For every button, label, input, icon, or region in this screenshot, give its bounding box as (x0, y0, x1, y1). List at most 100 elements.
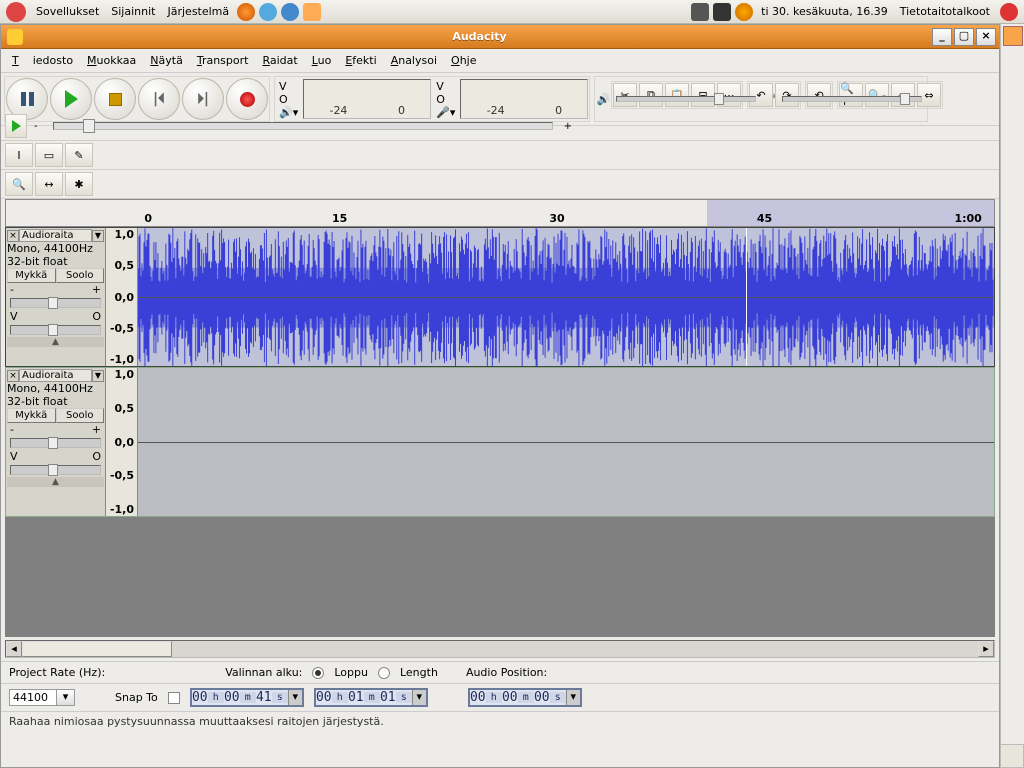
scroll-left-button[interactable]: ◂ (6, 641, 22, 657)
clock[interactable]: ti 30. kesäkuuta, 16.39 (755, 0, 894, 24)
timeline-tick: 15 (332, 212, 347, 225)
maximize-button[interactable]: ▢ (954, 28, 974, 46)
end-radio[interactable] (312, 667, 324, 679)
copy-icon[interactable]: ⧉ (639, 83, 663, 107)
menu-applications[interactable]: Sovellukset (30, 0, 105, 24)
track-1-info-1: Mono, 44100Hz (7, 242, 104, 255)
close-button[interactable]: × (976, 28, 996, 46)
selection-start-time[interactable]: 00h00m41s▾ (190, 688, 304, 707)
empty-track-space[interactable] (5, 517, 995, 637)
menu-tracks[interactable]: Raidat (255, 49, 304, 73)
track-2-waveform[interactable] (138, 368, 994, 516)
horizontal-scrollbar[interactable]: ◂ ▸ (5, 640, 995, 658)
envelope-tool-icon[interactable]: ▭ (35, 143, 63, 167)
track-1-name[interactable]: Audioraita (19, 229, 92, 242)
help-icon[interactable] (281, 3, 299, 21)
track-1-gain-slider[interactable] (10, 298, 101, 308)
fit-project-icon[interactable]: ⇔ (917, 83, 941, 107)
selection-start-label: Valinnan alku: (225, 666, 302, 679)
panel-applet-icon[interactable] (1003, 26, 1023, 46)
scroll-right-button[interactable]: ▸ (978, 641, 994, 657)
meter-right-label: O (279, 93, 298, 106)
track-2-vscale: 1,00,50,0-0,5-1,0 (106, 368, 138, 516)
menu-transport[interactable]: Transport (190, 49, 256, 73)
track-1-menu-button[interactable]: ▼ (92, 230, 104, 242)
cut-icon[interactable]: ✂ (613, 83, 637, 107)
track-1-collapse-button[interactable]: ▲ (7, 337, 104, 347)
timeline-ruler[interactable]: 01530451:00 (5, 199, 995, 227)
undo-icon[interactable]: ↶ (749, 83, 773, 107)
ubuntu-logo-icon[interactable] (6, 2, 26, 22)
playback-meter[interactable]: -240 (303, 79, 431, 119)
selection-end-time[interactable]: 00h01m01s▾ (314, 688, 428, 707)
track-1-close-button[interactable]: × (7, 230, 19, 242)
audio-position-time[interactable]: 00h00m00s▾ (468, 688, 582, 707)
skip-start-button[interactable]: |⏴ (138, 78, 180, 120)
network-icon[interactable] (713, 3, 731, 21)
titlebar[interactable]: Audacity _ ▢ × (1, 25, 999, 49)
record-button[interactable] (226, 78, 268, 120)
multi-tool-icon[interactable]: ✱ (65, 172, 93, 196)
input-mic-icon[interactable]: 🎤▾ (436, 106, 455, 119)
track-1-mute-button[interactable]: Mykkä (7, 268, 56, 283)
minimize-button[interactable]: _ (932, 28, 952, 46)
evolution-icon[interactable] (259, 3, 277, 21)
menubar: Tiedosto Muokkaa Näytä Transport Raidat … (1, 49, 999, 73)
menu-system[interactable]: Järjestelmä (161, 0, 235, 24)
menu-generate[interactable]: Luo (305, 49, 339, 73)
menu-edit[interactable]: Muokkaa (80, 49, 143, 73)
record-meter[interactable]: -240 (460, 79, 588, 119)
bottom-corner-icon[interactable] (1000, 744, 1024, 768)
track-1-waveform[interactable] (138, 228, 994, 366)
disk-icon[interactable] (691, 3, 709, 21)
project-rate-combo[interactable]: ▾ (9, 689, 75, 706)
sync-lock-icon[interactable]: ⟲ (807, 83, 831, 107)
project-rate-input[interactable] (10, 690, 56, 705)
project-rate-dropdown-button[interactable]: ▾ (56, 690, 74, 705)
track-1-solo-button[interactable]: Soolo (56, 268, 105, 283)
track-2-menu-button[interactable]: ▼ (92, 370, 104, 382)
track-2-name[interactable]: Audioraita (19, 369, 92, 382)
track-2-close-button[interactable]: × (7, 370, 19, 382)
output-speaker-icon[interactable]: 🔊▾ (279, 106, 298, 119)
menu-view[interactable]: Näytä (143, 49, 190, 73)
trim-icon[interactable]: ⊟ (691, 83, 715, 107)
zoom-tool-icon[interactable]: 🔍 (5, 172, 33, 196)
stop-button[interactable] (94, 78, 136, 120)
track-2-pan-slider[interactable] (10, 465, 101, 475)
snap-to-checkbox[interactable] (168, 692, 180, 704)
skip-end-button[interactable]: ⏵| (182, 78, 224, 120)
track-2-collapse-button[interactable]: ▲ (7, 477, 104, 487)
track-1-pan-slider[interactable] (10, 325, 101, 335)
track-2-gain-slider[interactable] (10, 438, 101, 448)
output-volume-slider[interactable] (616, 96, 756, 102)
input-volume-slider[interactable] (782, 96, 922, 102)
menu-effect[interactable]: Efekti (338, 49, 383, 73)
selection-tool-icon[interactable]: I (5, 143, 33, 167)
zoom-out-icon[interactable]: 🔍- (865, 83, 889, 107)
scrub-play-icon[interactable] (5, 114, 27, 138)
zoom-in-icon[interactable]: 🔍+ (839, 83, 863, 107)
track-2-solo-button[interactable]: Soolo (56, 408, 105, 423)
user-menu[interactable]: Tietotaitotalkoot (894, 0, 996, 24)
meter-right-label-2: O (436, 93, 455, 106)
timeshift-tool-icon[interactable]: ↔ (35, 172, 63, 196)
scroll-thumb[interactable] (22, 641, 172, 657)
redo-icon[interactable]: ↷ (775, 83, 799, 107)
length-radio[interactable] (378, 667, 390, 679)
menu-analyze[interactable]: Analysoi (384, 49, 444, 73)
volume-icon[interactable] (735, 3, 753, 21)
menu-places[interactable]: Sijainnit (105, 0, 161, 24)
app-launcher-icon[interactable] (303, 3, 321, 21)
timeline-tick: 1:00 (954, 212, 981, 225)
power-icon[interactable] (1000, 3, 1018, 21)
menu-help[interactable]: Ohje (444, 49, 483, 73)
play-button[interactable] (50, 78, 92, 120)
status-bar: Raahaa nimiosaa pystysuunnassa muuttaaks… (1, 711, 999, 731)
playback-speed-slider[interactable] (53, 122, 553, 130)
firefox-icon[interactable] (237, 3, 255, 21)
draw-tool-icon[interactable]: ✎ (65, 143, 93, 167)
paste-icon[interactable]: 📋 (665, 83, 689, 107)
track-2-mute-button[interactable]: Mykkä (7, 408, 56, 423)
menu-file[interactable]: Tiedosto (5, 49, 80, 73)
